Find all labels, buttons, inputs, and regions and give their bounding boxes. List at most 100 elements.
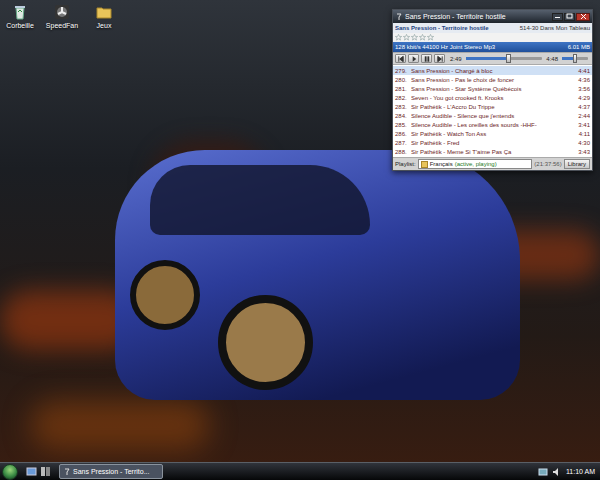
track-name[interactable]: Sir Pathétik - Watch Ton Ass <box>411 130 577 138</box>
track-name[interactable]: Seven - You got crooked ft. Krooks <box>411 94 576 102</box>
track-duration[interactable]: 3:41 <box>578 121 590 129</box>
fan-icon[interactable] <box>54 4 70 20</box>
track-number[interactable]: 282. <box>395 94 409 102</box>
track-duration[interactable]: 4:37 <box>578 103 590 111</box>
star-icon[interactable] <box>395 34 402 41</box>
desktop-icon[interactable]: SpeedFan <box>44 2 80 30</box>
track-name[interactable]: Sans Pression - Chargé à bloc <box>411 67 576 75</box>
footer: Playlist:Français(active, playing)(21:37… <box>393 157 592 170</box>
file-size: 6.01 MB <box>568 43 590 51</box>
bin-icon[interactable] <box>12 4 28 20</box>
track-duration[interactable]: 4:36 <box>578 76 590 84</box>
track-name[interactable]: Sir Pathétik - Fred <box>411 139 576 147</box>
playlist-row[interactable]: 287.Sir Pathétik - Fred4:30 <box>393 138 592 147</box>
start-button[interactable] <box>2 464 18 480</box>
playlist-row[interactable]: 279.Sans Pression - Chargé à bloc4:41 <box>393 66 592 75</box>
album: 514-30 Dans Mon Tableau <box>520 24 590 32</box>
seek-fill[interactable] <box>466 57 508 60</box>
track-number[interactable]: 279. <box>395 67 409 75</box>
track-name[interactable]: Sans Pression - Star Système Québécois <box>411 85 576 93</box>
track-number[interactable]: 281. <box>395 85 409 93</box>
switch-windows-icon[interactable] <box>40 466 51 477</box>
playlist-row[interactable]: 282.Seven - You got crooked ft. Krooks4:… <box>393 93 592 102</box>
rating[interactable] <box>393 33 592 42</box>
track-number[interactable]: 285. <box>395 121 409 129</box>
track-number[interactable]: 288. <box>395 148 409 156</box>
track-name[interactable]: Silence Audible - Les oreilles des sourd… <box>411 121 576 129</box>
previous-icon[interactable] <box>395 54 406 63</box>
controls: 2:494:48 <box>393 52 592 65</box>
track-number[interactable]: 286. <box>395 130 409 138</box>
track-number[interactable]: 284. <box>395 112 409 120</box>
volume-icon[interactable] <box>552 467 562 477</box>
playlist-row[interactable]: 286.Sir Pathétik - Watch Ton Ass4:11 <box>393 129 592 138</box>
playlist-row[interactable]: 283.Sir Pathétik - L'Accro Du Trippe4:37 <box>393 102 592 111</box>
title-bar[interactable]: Sans Pression - Territoire hostile <box>393 10 592 23</box>
maximize-icon[interactable] <box>564 13 575 21</box>
next-icon[interactable] <box>434 54 445 63</box>
track-duration[interactable]: 4:30 <box>578 139 590 147</box>
show-desktop-icon[interactable] <box>26 466 37 477</box>
track-number[interactable]: 283. <box>395 103 409 111</box>
track-duration[interactable]: 3:56 <box>578 85 590 93</box>
star-icon[interactable] <box>419 34 426 41</box>
track-duration[interactable]: 4:41 <box>578 67 590 75</box>
minimize-icon[interactable] <box>552 13 563 21</box>
seek-track[interactable] <box>466 57 543 60</box>
desktop-icon[interactable]: Jeux <box>86 2 122 30</box>
star-icon[interactable] <box>403 34 410 41</box>
playlist-name[interactable]: Français <box>430 160 453 168</box>
folder-icon[interactable] <box>96 4 112 20</box>
library-button[interactable]: Library <box>564 159 590 169</box>
star-icon[interactable] <box>411 34 418 41</box>
quick-launch <box>26 466 51 477</box>
close-icon[interactable] <box>576 13 590 21</box>
track-name[interactable]: Silence Audible - Silence que j'entends <box>411 112 576 120</box>
track-name[interactable]: Sir Pathétik - L'Accro Du Trippe <box>411 103 576 111</box>
clock[interactable]: 11:10 AM <box>566 467 595 476</box>
pause-icon[interactable] <box>421 54 432 63</box>
track-name[interactable]: Sans Pression - Pas le choix de foncer <box>411 76 576 84</box>
playlist-row[interactable]: 285.Silence Audible - Les oreilles des s… <box>393 120 592 129</box>
task-label[interactable]: Sans Pression - Territo... <box>73 467 150 476</box>
system-tray: 11:10 AM <box>538 467 598 477</box>
taskbar-button[interactable]: Sans Pression - Territo... <box>59 464 163 479</box>
elapsed-time: 2:49 <box>450 55 462 63</box>
title-buttons <box>552 13 590 21</box>
track-number[interactable]: 280. <box>395 76 409 84</box>
star-icon[interactable] <box>427 34 434 41</box>
window-title: Sans Pression - Territoire hostile <box>405 12 550 21</box>
playlist-row[interactable]: 284.Silence Audible - Silence que j'ente… <box>393 111 592 120</box>
format: 128 kbit/s 44100 Hz Joint Stereo Mp3 <box>395 43 495 51</box>
playlist-row[interactable]: 280.Sans Pression - Pas le choix de fonc… <box>393 75 592 84</box>
icon-label[interactable]: Corbeille <box>6 22 34 30</box>
playlist-dropdown[interactable]: Français(active, playing) <box>418 159 533 169</box>
taskbar: Sans Pression - Territo... 11:10 AM <box>0 462 600 480</box>
seek-thumb[interactable] <box>506 54 511 63</box>
track-number[interactable]: 287. <box>395 139 409 147</box>
playlist-row[interactable]: 288.Sir Pathétik - Meme Si T'aime Pas Ça… <box>393 147 592 156</box>
car-wheel <box>218 295 313 390</box>
track-duration[interactable]: 2:44 <box>578 112 590 120</box>
desktop-icon[interactable]: Corbeille <box>2 2 38 30</box>
desktop-icons: Corbeille SpeedFan Jeux <box>2 2 122 30</box>
playlist-label: Playlist: <box>395 160 416 168</box>
play-icon[interactable] <box>408 54 419 63</box>
car-window <box>150 165 370 235</box>
track-name[interactable]: Sir Pathétik - Meme Si T'aime Pas Ça <box>411 148 576 156</box>
track-duration[interactable]: 4:29 <box>578 94 590 102</box>
lava <box>30 400 210 450</box>
track-title: Sans Pression - Territoire hostile <box>395 24 489 32</box>
volume-thumb[interactable] <box>573 54 577 63</box>
playlist-row[interactable]: 281.Sans Pression - Star Système Québéco… <box>393 84 592 93</box>
app-icon[interactable] <box>63 468 71 476</box>
icon-label[interactable]: SpeedFan <box>46 22 78 30</box>
now-playing: Sans Pression - Territoire hostile 514-30… <box>393 23 592 52</box>
icon-label[interactable]: Jeux <box>97 22 112 30</box>
track-duration[interactable]: 4:11 <box>579 130 590 138</box>
track-duration[interactable]: 3:43 <box>578 148 590 156</box>
track-row: Sans Pression - Territoire hostile 514-30… <box>393 23 592 33</box>
volume-track[interactable] <box>562 57 588 60</box>
playlist-state[interactable]: (active, playing) <box>455 160 497 168</box>
network-icon[interactable] <box>538 467 548 477</box>
